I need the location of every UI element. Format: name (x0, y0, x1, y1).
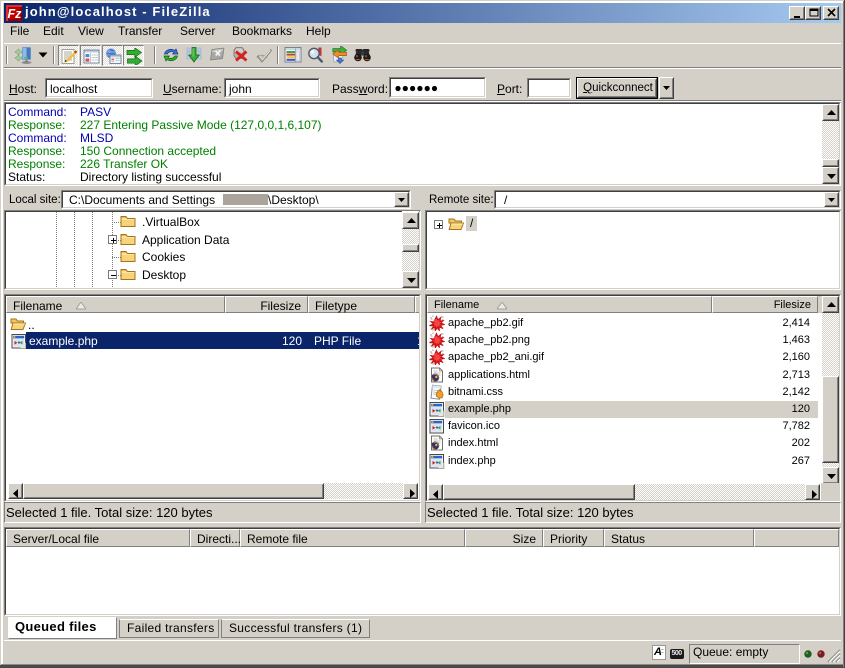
svg-text:Fz: Fz (8, 7, 23, 21)
